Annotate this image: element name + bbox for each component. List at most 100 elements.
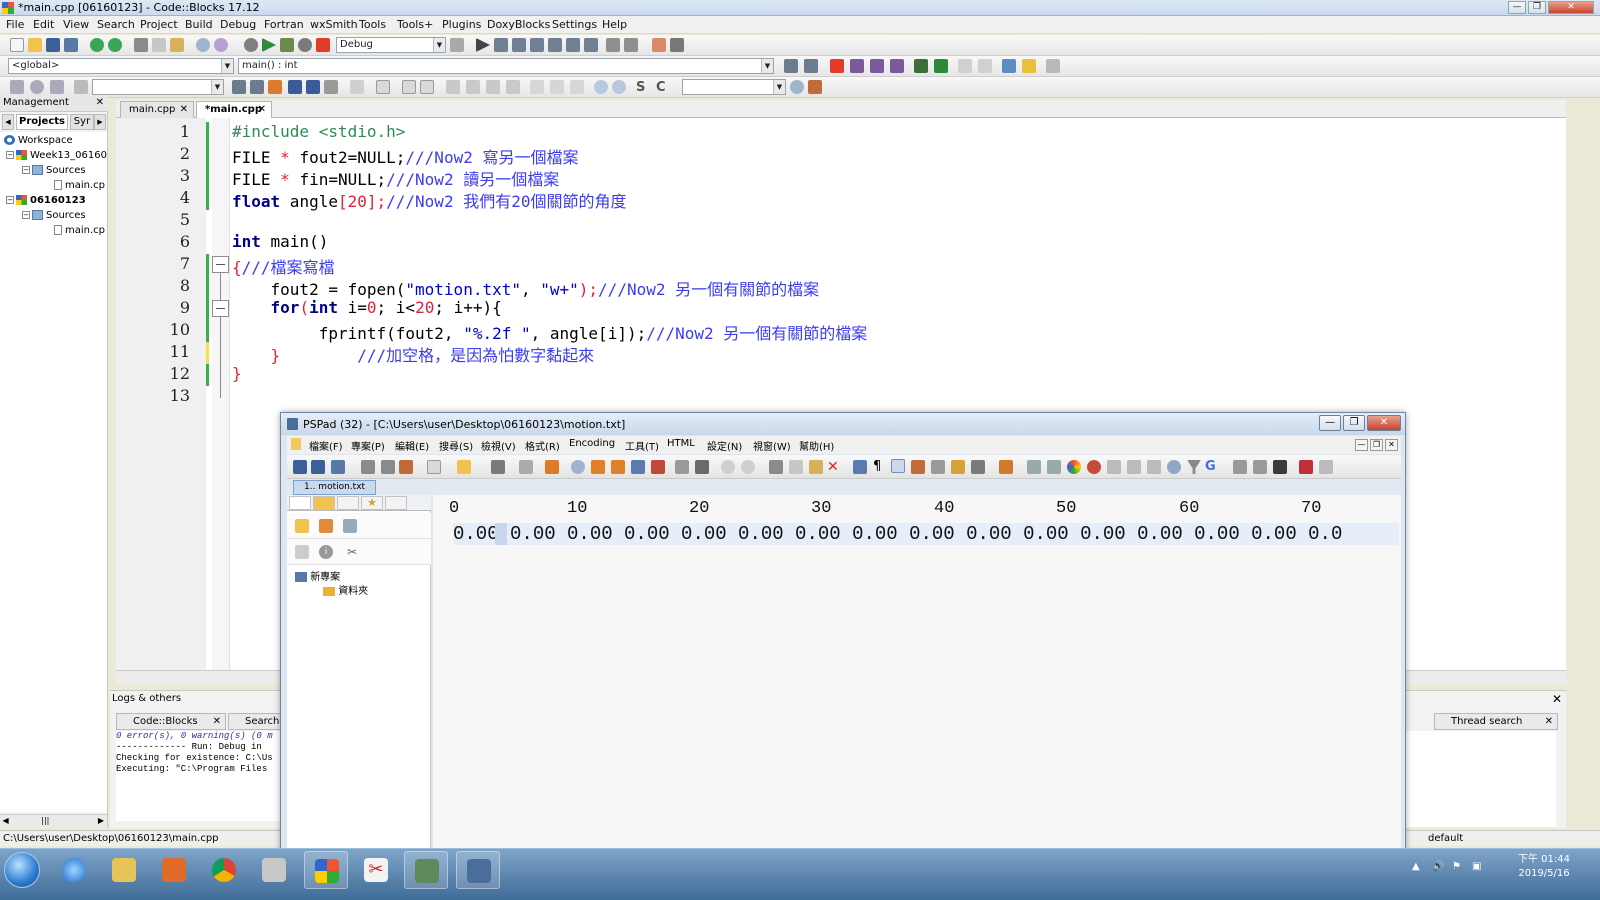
clear-icon[interactable] — [74, 80, 88, 94]
collapse-icon[interactable]: − — [22, 166, 30, 174]
pause-icon[interactable] — [606, 38, 620, 52]
jump-forward-icon[interactable] — [804, 59, 818, 73]
scope-select[interactable]: <global> ▼ — [8, 58, 234, 74]
copy-icon[interactable] — [789, 460, 803, 474]
tab-projects-icon[interactable] — [289, 496, 311, 510]
search-icon[interactable] — [571, 460, 585, 474]
step-out-icon[interactable] — [548, 38, 562, 52]
menu-fortran[interactable]: Fortran — [264, 18, 304, 31]
paste-icon[interactable] — [809, 460, 823, 474]
record-icon[interactable] — [1299, 460, 1313, 474]
find-next-icon[interactable] — [250, 80, 264, 94]
project-tool-icon[interactable] — [545, 460, 559, 474]
step-instruction-icon[interactable] — [584, 38, 598, 52]
sort-icon[interactable] — [853, 460, 867, 474]
debug-windows-icon[interactable] — [652, 38, 666, 52]
outdent-icon[interactable] — [1047, 460, 1061, 474]
project-tree-root[interactable]: 新專案 — [295, 571, 340, 585]
new-from-template-icon[interactable] — [311, 460, 325, 474]
debug-info-icon[interactable] — [670, 38, 684, 52]
run-to-cursor-icon[interactable] — [494, 38, 508, 52]
menu-build[interactable]: Build — [185, 18, 213, 31]
rename-icon[interactable] — [343, 519, 357, 533]
tab-projects[interactable]: Projects — [16, 114, 68, 130]
symbol-search-input[interactable]: ▼ — [682, 79, 786, 95]
console-icon[interactable] — [1273, 460, 1287, 474]
find-in-files-icon[interactable] — [611, 460, 625, 474]
zoom-in-icon[interactable] — [594, 80, 608, 94]
tree-node-project-week13[interactable]: − Week13_06160 — [6, 149, 107, 163]
menu-search[interactable]: Search — [97, 18, 135, 31]
next-instruction-icon[interactable] — [566, 38, 580, 52]
build-gear-icon[interactable] — [244, 38, 258, 52]
settings-wrench-icon[interactable] — [808, 80, 822, 94]
reload-icon[interactable] — [361, 460, 375, 474]
menu-doxyblocks[interactable]: DoxyBlocks — [487, 18, 550, 31]
open-folder-icon[interactable] — [457, 460, 471, 474]
menu-edit[interactable]: Edit — [33, 18, 54, 31]
symbol-c-icon[interactable]: C — [656, 80, 670, 95]
function-select[interactable]: main() : int ▼ — [238, 58, 774, 74]
cut-icon[interactable] — [769, 460, 783, 474]
goto-icon[interactable] — [631, 460, 645, 474]
line-comment-icon[interactable] — [978, 59, 992, 73]
taskbar-file-explorer[interactable] — [102, 851, 146, 889]
management-scrollbar[interactable]: ◀ ||| ▶ — [0, 814, 107, 828]
debug-continue-icon[interactable] — [476, 38, 490, 52]
menu-view[interactable]: View — [63, 18, 89, 31]
abort-icon[interactable] — [316, 38, 330, 52]
properties-icon[interactable] — [381, 460, 395, 474]
fold-collapse-icon[interactable] — [212, 256, 229, 273]
doxy-chm-icon[interactable] — [1022, 59, 1036, 73]
lock-icon[interactable] — [951, 460, 965, 474]
new-file-icon[interactable] — [10, 38, 24, 52]
close-icon[interactable]: ✕ — [213, 714, 221, 729]
preview-icon[interactable] — [675, 460, 689, 474]
word-wrap-icon[interactable] — [891, 459, 905, 473]
close-button[interactable]: ✕ — [1367, 415, 1401, 431]
doxy-run-icon[interactable] — [934, 59, 948, 73]
tab-symbols[interactable]: Syr — [70, 114, 94, 130]
minimize-button[interactable]: — — [1508, 1, 1526, 14]
replace-icon[interactable] — [591, 460, 605, 474]
match-case-icon[interactable] — [306, 80, 320, 94]
step-into-icon[interactable] — [530, 38, 544, 52]
sizer-icon[interactable] — [486, 80, 500, 94]
taskbar-chrome[interactable] — [202, 851, 246, 889]
undo-icon[interactable] — [721, 460, 735, 474]
log-tab-codeblocks[interactable]: Code::Blocks ✕ — [116, 713, 226, 730]
taskbar-codeblocks[interactable] — [304, 851, 348, 889]
web-icon[interactable] — [1167, 460, 1181, 474]
log-tab-search[interactable]: Search — [228, 713, 288, 730]
tree-node-file[interactable]: main.cp — [54, 224, 105, 238]
doxy-html-icon[interactable] — [1002, 59, 1016, 73]
macro-icon[interactable] — [971, 460, 985, 474]
bookmark-next-icon[interactable] — [870, 59, 884, 73]
taskbar-media-player[interactable] — [152, 851, 196, 889]
find-prev-icon[interactable] — [232, 80, 246, 94]
system-clock[interactable]: 下午 01:44 2019/5/16 — [1518, 853, 1570, 881]
menu-help[interactable]: 幫助(H) — [799, 438, 834, 453]
sizer-icon[interactable] — [506, 80, 520, 94]
copy-icon[interactable] — [152, 38, 166, 52]
close-icon[interactable]: ✕ — [1545, 714, 1553, 729]
close-icon[interactable]: ✕ — [258, 102, 266, 117]
menu-project[interactable]: Project — [140, 18, 178, 31]
html-tag-icon[interactable] — [1107, 460, 1121, 474]
menu-help[interactable]: Help — [602, 18, 627, 31]
bookmark-arrow-icon[interactable] — [999, 460, 1013, 474]
new-document-icon[interactable] — [293, 460, 307, 474]
tab-scroll-right[interactable]: ▶ — [94, 114, 106, 130]
menu-settings[interactable]: 設定(N) — [707, 438, 742, 453]
html-tag-icon[interactable] — [1127, 460, 1141, 474]
menu-html[interactable]: HTML — [667, 438, 695, 449]
collapse-icon[interactable]: − — [6, 196, 14, 204]
start-button[interactable] — [4, 852, 40, 888]
widget-icon[interactable] — [402, 80, 416, 94]
replace-icon[interactable] — [214, 38, 228, 52]
menu-edit[interactable]: 編輯(E) — [395, 438, 429, 453]
open-folder-icon[interactable] — [28, 38, 42, 52]
taskbar-snipping-tool[interactable]: ✂ — [354, 851, 398, 889]
action-center-icon[interactable]: ⚑ — [1452, 861, 1461, 872]
paste-icon[interactable] — [170, 38, 184, 52]
